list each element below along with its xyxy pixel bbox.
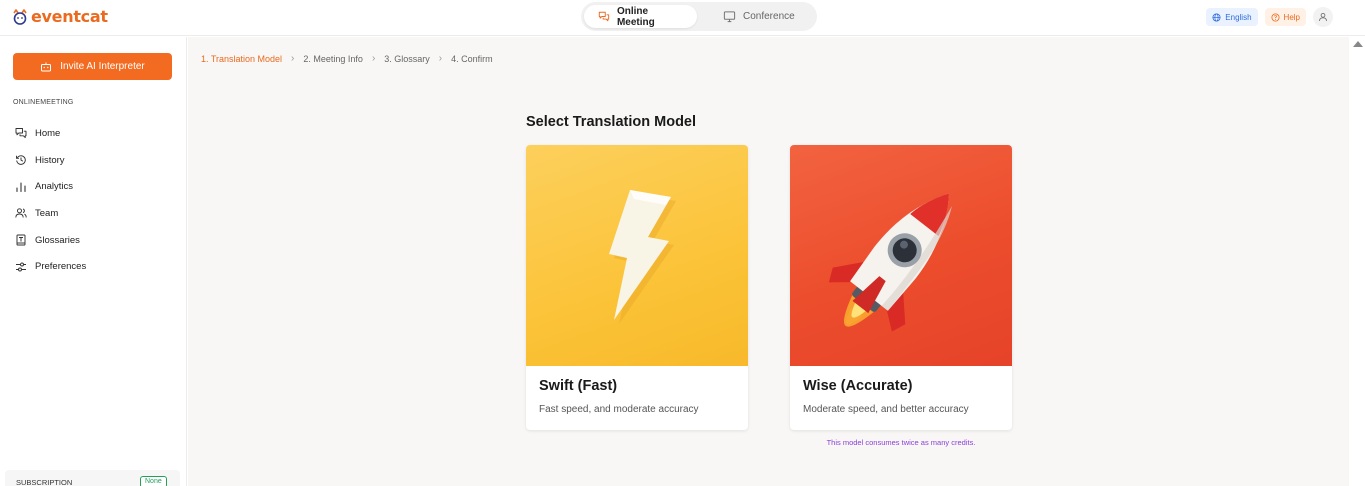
page-title: Select Translation Model bbox=[526, 114, 697, 130]
tab-conference-label: Conference bbox=[743, 11, 795, 22]
user-menu-button[interactable] bbox=[1313, 7, 1333, 27]
breadcrumb-step-confirm[interactable]: 4. Confirm bbox=[451, 54, 493, 64]
globe-icon bbox=[1212, 12, 1221, 22]
bar-chart-icon bbox=[16, 182, 26, 192]
lightning-bolt-icon bbox=[609, 190, 676, 324]
rocket-icon bbox=[828, 193, 952, 332]
subscription-label: SUBSCRIPTION bbox=[16, 478, 73, 486]
breadcrumb-step-meeting-info[interactable]: 2. Meeting Info bbox=[303, 54, 363, 64]
nav-list: Home History Analytics Team Glossaries P… bbox=[15, 120, 86, 280]
tab-conference[interactable]: Conference bbox=[709, 5, 809, 28]
model-card-title: Wise (Accurate) bbox=[803, 378, 913, 394]
sidebar-item-history[interactable]: History bbox=[15, 147, 86, 174]
sidebar-item-analytics[interactable]: Analytics bbox=[15, 173, 86, 200]
sidebar-item-preferences[interactable]: Preferences bbox=[15, 253, 86, 280]
chevron-right-icon: › bbox=[291, 53, 295, 64]
sidebar-item-team[interactable]: Team bbox=[15, 200, 86, 227]
chevron-right-icon: › bbox=[371, 53, 376, 64]
header-actions: English Help bbox=[1206, 7, 1333, 27]
subscription-status-badge: None bbox=[140, 476, 167, 486]
language-label: English bbox=[1225, 12, 1252, 22]
model-card-description: Moderate speed, and better accuracy bbox=[803, 404, 969, 415]
top-bar: eventcat Online Meeting Conference Engli… bbox=[0, 0, 1365, 36]
nav-section-heading: ONLINEMEETING bbox=[13, 99, 74, 106]
monitor-icon bbox=[723, 11, 736, 23]
sidebar: Invite AI Interpreter ONLINEMEETING Home… bbox=[0, 37, 187, 486]
page-scrollbar[interactable] bbox=[1349, 37, 1365, 486]
invite-ai-interpreter-button[interactable]: Invite AI Interpreter bbox=[13, 53, 172, 80]
language-button[interactable]: English bbox=[1206, 8, 1258, 26]
credit-usage-note: This model consumes twice as many credit… bbox=[826, 438, 976, 447]
sidebar-item-label: Team bbox=[35, 207, 59, 219]
robot-icon bbox=[41, 62, 52, 71]
sidebar-item-label: Preferences bbox=[35, 261, 87, 273]
brand-name: eventcat bbox=[31, 7, 108, 26]
users-icon bbox=[15, 208, 27, 218]
sidebar-item-label: Home bbox=[35, 127, 61, 139]
breadcrumb-step-translation-model[interactable]: 1. Translation Model bbox=[201, 54, 282, 64]
sidebar-item-glossaries[interactable]: Glossaries bbox=[15, 227, 86, 254]
model-card-wise[interactable]: Wise (Accurate) Moderate speed, and bett… bbox=[790, 145, 1012, 430]
sliders-icon bbox=[16, 262, 26, 272]
book-icon bbox=[16, 234, 26, 246]
chat-bubbles-icon bbox=[598, 11, 610, 22]
help-circle-icon bbox=[1271, 12, 1280, 22]
sidebar-item-label: Analytics bbox=[35, 181, 74, 193]
help-button[interactable]: Help bbox=[1264, 8, 1306, 26]
chevron-right-icon: › bbox=[438, 53, 443, 64]
subscription-panel[interactable]: SUBSCRIPTION None bbox=[5, 470, 180, 486]
model-card-description: Fast speed, and moderate accuracy bbox=[539, 404, 699, 415]
tab-online-meeting[interactable]: Online Meeting bbox=[584, 5, 697, 28]
model-card-image bbox=[526, 145, 748, 366]
tab-online-meeting-label: Online Meeting bbox=[616, 5, 655, 28]
scroll-up-arrow-icon[interactable] bbox=[1353, 41, 1363, 47]
invite-ai-interpreter-label: Invite AI Interpreter bbox=[60, 61, 145, 72]
breadcrumb-step-glossary[interactable]: 3. Glossary bbox=[384, 54, 430, 64]
model-card-swift[interactable]: Swift (Fast) Fast speed, and moderate ac… bbox=[526, 145, 748, 430]
breadcrumb: 1. Translation Model › 2. Meeting Info ›… bbox=[201, 53, 493, 64]
app-logo[interactable]: eventcat bbox=[12, 7, 108, 26]
mode-switch: Online Meeting Conference bbox=[581, 2, 817, 31]
sidebar-item-label: History bbox=[35, 154, 65, 166]
main-content: 1. Translation Model › 2. Meeting Info ›… bbox=[188, 37, 1349, 486]
help-label: Help bbox=[1283, 12, 1300, 22]
history-icon bbox=[16, 155, 26, 165]
user-icon bbox=[1319, 12, 1327, 22]
sidebar-item-label: Glossaries bbox=[35, 234, 80, 246]
cat-logo-icon bbox=[13, 8, 27, 25]
model-card-image bbox=[790, 145, 1012, 366]
chat-bubbles-icon bbox=[15, 128, 27, 139]
model-card-title: Swift (Fast) bbox=[539, 378, 618, 394]
sidebar-item-home[interactable]: Home bbox=[15, 120, 86, 147]
